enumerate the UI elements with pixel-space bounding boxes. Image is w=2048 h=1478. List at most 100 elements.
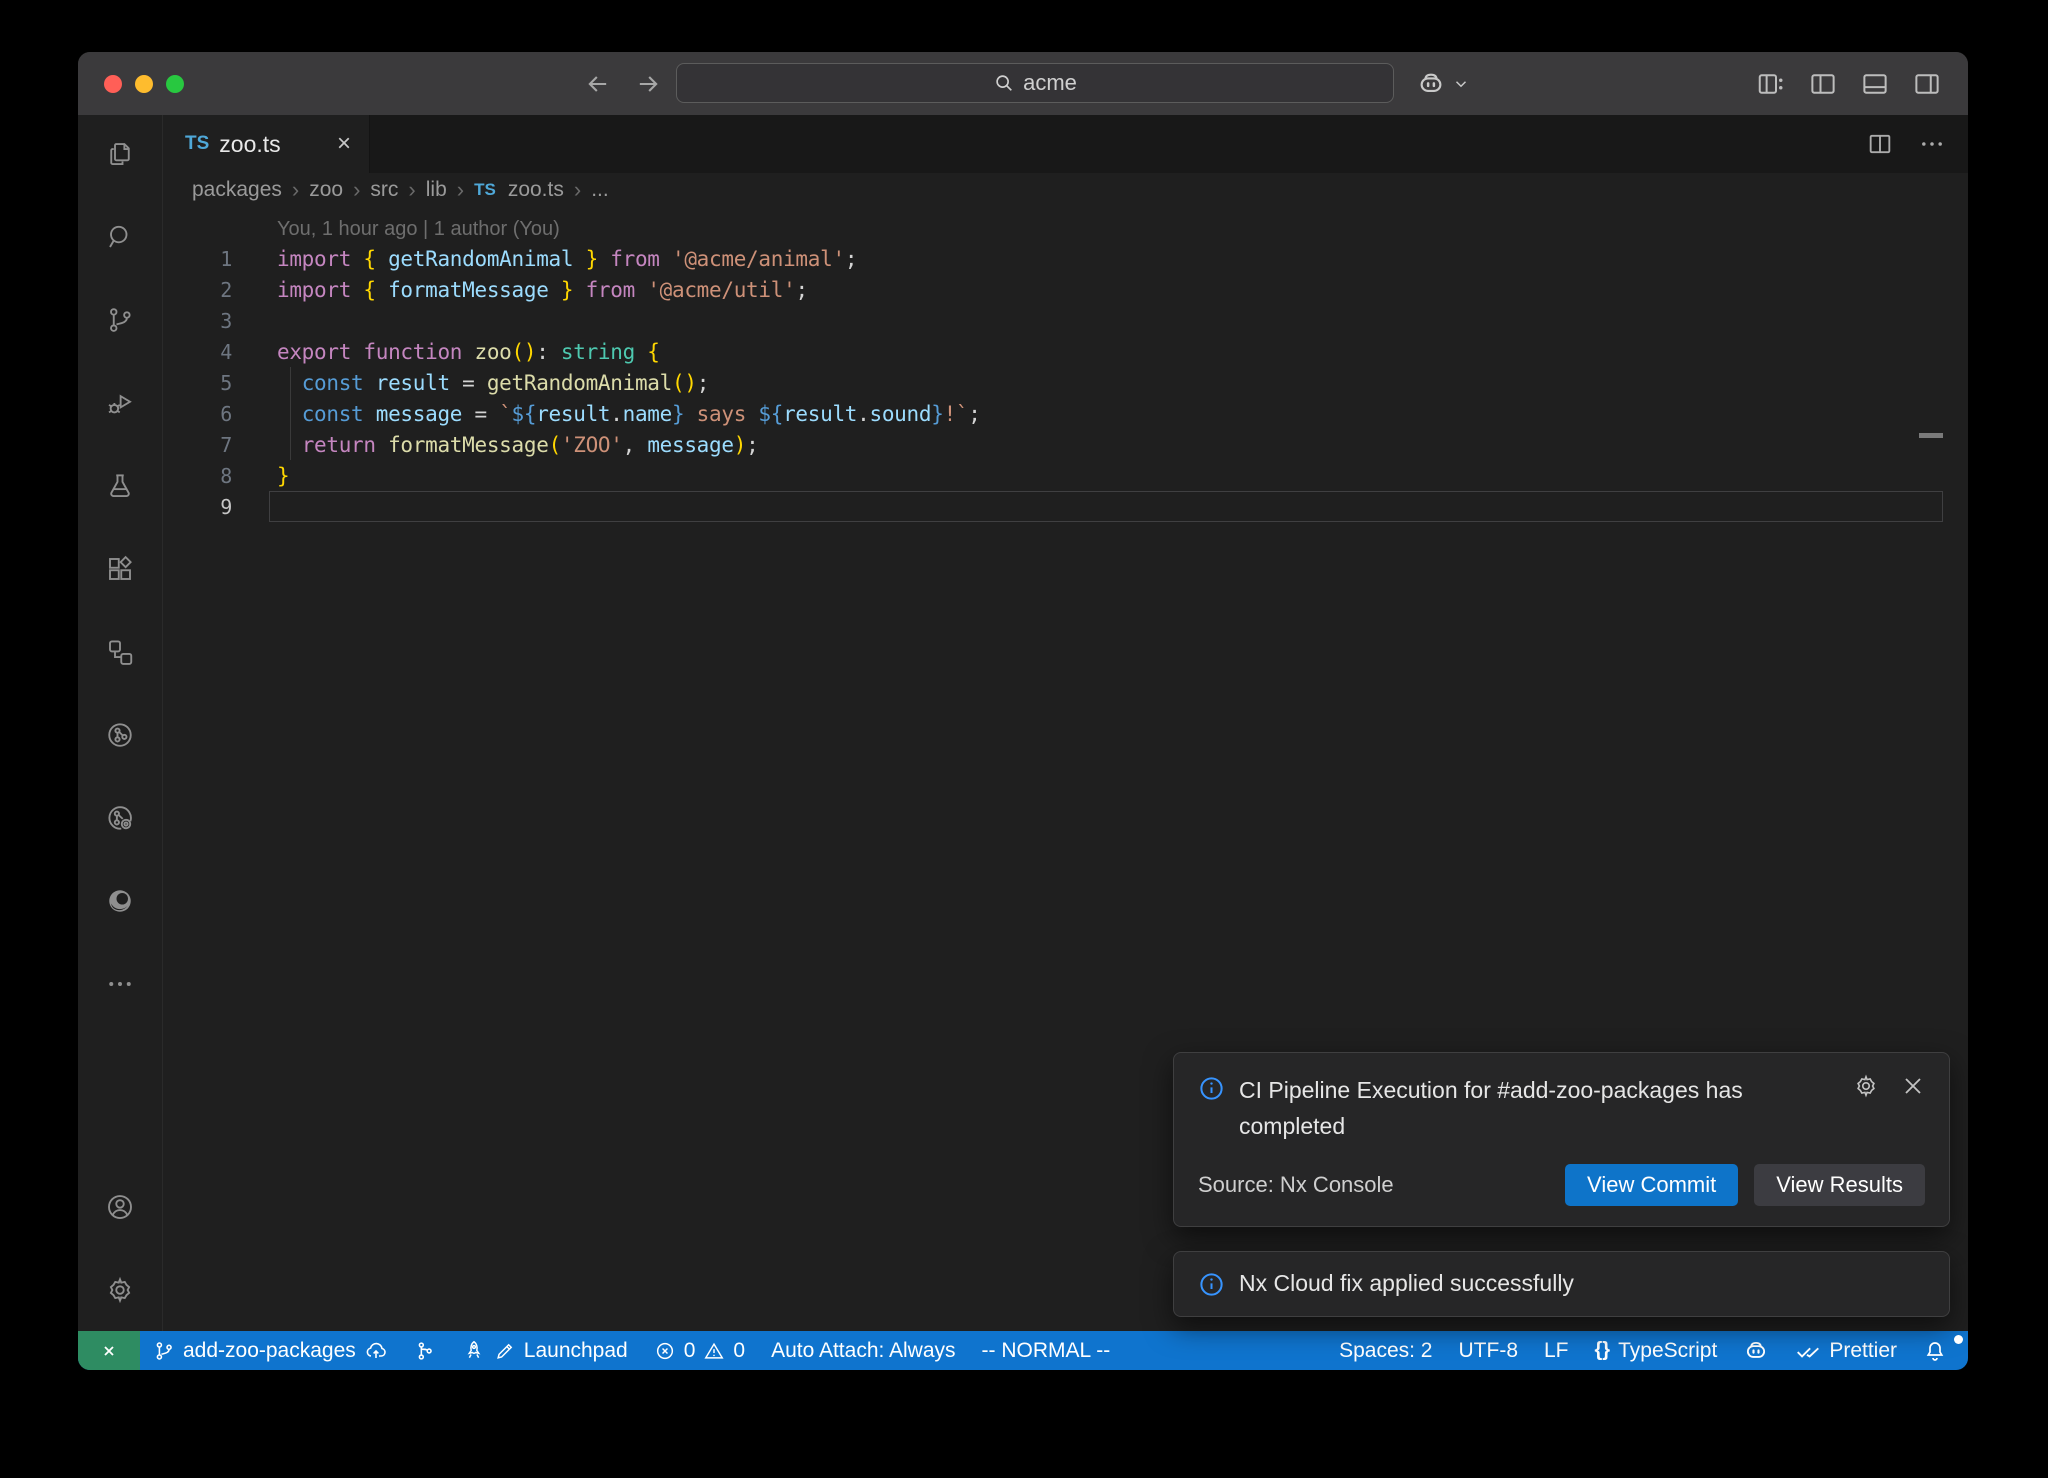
notification-message: CI Pipeline Execution for #add-zoo-packa… [1239, 1073, 1815, 1144]
line-number: 9 [163, 495, 232, 519]
bell-icon [1923, 1339, 1947, 1363]
titlebar: acme [78, 52, 1968, 115]
code-line[interactable]: 4export function zoo(): string { [163, 336, 1968, 367]
code-line[interactable]: 1import { getRandomAnimal } from '@acme/… [163, 243, 1968, 274]
breadcrumb-item[interactable]: zoo [309, 178, 343, 202]
testing-icon[interactable] [105, 471, 135, 501]
copilot-status-item[interactable] [1730, 1331, 1782, 1370]
view-results-button[interactable]: View Results [1754, 1164, 1925, 1206]
error-count: 0 [684, 1339, 696, 1363]
customize-layout-icon[interactable] [1756, 69, 1786, 99]
view-commit-button[interactable]: View Commit [1565, 1164, 1738, 1206]
back-arrow-icon[interactable] [584, 70, 612, 98]
source-control-graph-item[interactable] [401, 1331, 449, 1370]
desktop: acme [0, 0, 2048, 1478]
minimize-window-button[interactable] [135, 75, 153, 93]
toggle-secondary-sidebar-icon[interactable] [1912, 69, 1942, 99]
problems-status-item[interactable]: 0 0 [641, 1331, 758, 1370]
breadcrumb-separator: › [292, 177, 299, 203]
code-line[interactable]: 9 [163, 491, 1968, 522]
prettier-status-item[interactable]: Prettier [1782, 1331, 1910, 1370]
errors-icon [654, 1340, 676, 1362]
more-views-ellipsis-icon[interactable] [105, 969, 135, 999]
tab-label: zoo.ts [219, 131, 280, 158]
code-line[interactable]: 8} [163, 460, 1968, 491]
settings-gear-icon[interactable] [105, 1275, 135, 1305]
overview-ruler-cursor-mark [1919, 433, 1943, 438]
launchpad-status-item[interactable]: Launchpad [449, 1331, 641, 1370]
eol-label: LF [1544, 1339, 1569, 1363]
copilot-icon[interactable] [1416, 69, 1446, 99]
breadcrumb[interactable]: packages›zoo›src›lib›TSzoo.ts›... [163, 173, 1968, 207]
branch-name: add-zoo-packages [183, 1339, 356, 1363]
code-text: const result = getRandomAnimal(); [269, 371, 709, 395]
breadcrumb-item[interactable]: zoo.ts [508, 178, 564, 202]
edge-browser-icon[interactable] [105, 886, 135, 916]
auto-attach-status-item[interactable]: Auto Attach: Always [758, 1331, 968, 1370]
code-text: } [269, 464, 289, 488]
explorer-icon[interactable] [105, 139, 135, 169]
editor-more-actions-icon[interactable] [1918, 130, 1946, 158]
close-tab-icon[interactable]: × [337, 132, 351, 156]
code-line[interactable]: 2import { formatMessage } from '@acme/ut… [163, 274, 1968, 305]
search-view-icon[interactable] [105, 222, 135, 252]
breadcrumb-item[interactable]: ... [591, 178, 609, 202]
toggle-panel-icon[interactable] [1860, 69, 1890, 99]
breadcrumb-item[interactable]: src [370, 178, 398, 202]
indentation-status-item[interactable]: Spaces: 2 [1326, 1331, 1445, 1370]
chevron-down-icon[interactable] [1452, 75, 1470, 93]
vim-mode-status-item[interactable]: -- NORMAL -- [969, 1331, 1124, 1370]
hierarchy-view-icon[interactable] [105, 637, 135, 667]
notification-close-icon[interactable] [1901, 1074, 1925, 1098]
code-line[interactable]: 3 [163, 305, 1968, 336]
braces-icon: {} [1595, 1339, 1611, 1362]
accounts-icon[interactable] [105, 1192, 135, 1222]
rocket-icon [462, 1339, 486, 1363]
notification-toasts: CI Pipeline Execution for #add-zoo-packa… [1173, 1052, 1950, 1317]
close-window-button[interactable] [104, 75, 122, 93]
line-number: 3 [163, 309, 232, 333]
code-line[interactable]: 5 const result = getRandomAnimal(); [163, 367, 1968, 398]
remote-indicator[interactable] [78, 1331, 140, 1370]
notifications-bell-item[interactable] [1910, 1331, 1960, 1370]
language-status-item[interactable]: {} TypeScript [1582, 1331, 1731, 1370]
vscode-window: acme [78, 52, 1968, 1370]
extensions-icon[interactable] [105, 554, 135, 584]
launchpad-label: Launchpad [524, 1339, 628, 1363]
git-graph-icon [414, 1340, 436, 1362]
code-line[interactable]: 6 const message = `${result.name} says $… [163, 398, 1968, 429]
maximize-window-button[interactable] [166, 75, 184, 93]
branch-status-item[interactable]: add-zoo-packages [140, 1331, 401, 1370]
toggle-primary-sidebar-icon[interactable] [1808, 69, 1838, 99]
breadcrumb-separator: › [408, 177, 415, 203]
line-number: 2 [163, 278, 232, 302]
notification-settings-gear-icon[interactable] [1853, 1073, 1879, 1099]
run-debug-icon[interactable] [105, 388, 135, 418]
nx-cloud-icon[interactable] [105, 803, 135, 833]
breadcrumb-item[interactable]: lib [426, 178, 447, 202]
split-editor-icon[interactable] [1866, 130, 1894, 158]
forward-arrow-icon[interactable] [634, 70, 662, 98]
indent-guide [290, 367, 291, 460]
tab-zoo-ts[interactable]: TS zoo.ts × [163, 115, 370, 173]
search-icon [993, 72, 1015, 94]
command-center-search[interactable]: acme [676, 63, 1394, 103]
remote-window-icon [97, 1339, 121, 1363]
notification-source: Source: Nx Console [1198, 1172, 1549, 1198]
encoding-label: UTF-8 [1459, 1339, 1519, 1363]
search-value: acme [1023, 70, 1077, 96]
notification-ci-pipeline: CI Pipeline Execution for #add-zoo-packa… [1173, 1052, 1950, 1227]
spaces-label: Spaces: 2 [1339, 1339, 1432, 1363]
line-number: 8 [163, 464, 232, 488]
language-label: TypeScript [1618, 1339, 1717, 1363]
source-control-icon[interactable] [105, 305, 135, 335]
code-text [269, 491, 1943, 522]
breadcrumb-item[interactable]: packages [192, 178, 282, 202]
encoding-status-item[interactable]: UTF-8 [1446, 1331, 1532, 1370]
nx-console-icon[interactable] [105, 720, 135, 750]
line-number: 7 [163, 433, 232, 457]
code-line[interactable]: 7 return formatMessage('ZOO', message); [163, 429, 1968, 460]
breadcrumb-separator: › [353, 177, 360, 203]
eol-status-item[interactable]: LF [1531, 1331, 1582, 1370]
double-check-icon [1795, 1338, 1821, 1364]
